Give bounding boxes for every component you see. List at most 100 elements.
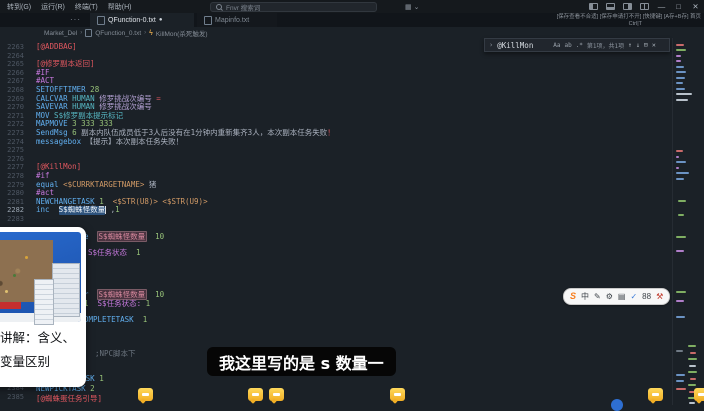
tab-qfunction-0-txt[interactable]: QFunction-0.txt● [90,13,194,27]
code-token-grn: 1 [95,374,104,383]
code-editor[interactable]: 2263[@ADDBAG]22642265[@修罗副本返回]2266#IF226… [0,43,672,223]
breadcrumb-symbol[interactable]: KillMon(杀死触发) [156,28,208,38]
keyboard-icon[interactable]: ▤ [618,290,626,303]
code-line[interactable]: 2277[@KillMon] [0,163,672,172]
minimize-button[interactable]: — [653,2,670,11]
minimap-mark [676,44,684,46]
code-token-cmd: messagebox [36,138,81,147]
code-fragment[interactable]: 1 S$任务状态: 1 [84,299,150,308]
regex-icon[interactable]: .* [576,42,583,49]
skin-icon[interactable]: 88 [642,290,651,303]
code-line[interactable]: 2283 [0,215,672,224]
layout-grid-button[interactable]: ▦ ⌄ [405,1,420,12]
match-case-icon[interactable]: Aa [553,42,560,49]
line-number: 2272 [0,120,24,129]
minimap-mark [678,200,686,202]
minimap-mark [676,82,683,84]
video-overlay-card[interactable]: 讲解：含义、 变量区别 [0,227,86,387]
code-line[interactable]: 2274messagebox 【提示】本次副本任务失败！ [0,138,672,147]
code-line[interactable]: 2385[@蜘蛛蛋任务引导] [0,393,102,404]
find-next-icon[interactable]: ↓ [636,41,640,49]
code-fragment[interactable]: r S$蜘蛛怪数量 10 [84,290,164,299]
find-previous-icon[interactable]: ↑ [628,41,632,49]
minimap-divider [672,38,673,405]
find-input[interactable]: @KillMon [497,41,549,50]
settings-icon[interactable]: ⚙ [606,290,613,303]
tab-mapinfo-txt[interactable]: Mapinfo.txt [197,13,277,27]
line-number: 2385 [0,393,24,404]
code-line[interactable]: 2266#IF [0,69,672,78]
tab-overflow-icon[interactable]: ··· [70,15,81,24]
minimap-mark [676,291,686,293]
toggle-panel-icon[interactable] [606,3,615,10]
code-line[interactable]: 2264 [0,52,672,61]
toggle-sidebar-icon[interactable] [589,3,598,10]
minimap-mark [690,352,696,354]
subtitle-caption: 我这里写的是 s 数量一 [207,347,396,376]
floating-blue-dot[interactable] [611,399,623,411]
code-line[interactable]: 2275 [0,146,672,155]
toolbox-icon[interactable]: ⚒ [656,290,663,303]
code-token-grn: 1 [115,206,120,215]
code-line[interactable]: 2276 [0,155,672,164]
line-number: 2274 [0,138,24,147]
line-number: 2279 [0,181,24,190]
minimap-mark [676,178,684,180]
chat-bubble-emoji-icon[interactable] [390,388,405,401]
code-line[interactable]: 2282inc S$蜘蛛怪数量 ,1 [0,206,672,215]
line-number: 2282 [0,206,24,215]
chat-bubble-emoji-icon[interactable] [138,388,153,401]
chat-bubble-emoji-icon[interactable] [648,388,663,401]
title-bar: 转到(G)运行(R)终端(T)帮助(H) ← → Fnvr 搜索词 ▦ ⌄ — … [0,0,704,13]
toggle-secondary-sidebar-icon[interactable] [623,3,632,10]
tab-label: QFunction-0.txt [108,17,156,24]
find-expand-icon[interactable]: › [489,41,493,49]
code-fragment[interactable]: ;NPC脚本下 [95,349,136,358]
code-fragment[interactable]: e S$蜘蛛怪数量 10 [84,232,164,241]
minimap[interactable] [674,38,704,405]
code-token-grn: 2 [86,384,95,393]
code-token-org: <$CURRKTARGETNAME> [59,181,145,190]
code-token-err: ！ [327,129,335,138]
customize-layout-icon[interactable] [640,3,649,10]
handwriting-icon[interactable]: ✎ [594,290,601,303]
minimap-mark [688,345,696,347]
breadcrumb-file[interactable]: QFunction_0.txt [95,30,141,37]
maximize-button[interactable]: □ [670,2,687,11]
chat-bubble-emoji-icon[interactable] [269,388,284,401]
code-token-grn: 1 [141,299,150,308]
code-fragment[interactable]: S$任务状态 1 [88,248,141,257]
minimap-mark [676,55,681,57]
code-token-cmd: e [84,232,98,241]
whole-word-icon[interactable]: ab [564,42,571,49]
minimap-mark [689,402,695,404]
code-line[interactable]: 2265[@修罗副本返回] [0,60,672,69]
code-token-grn: 1 [134,315,148,324]
menu-item[interactable]: 终端(T) [70,2,103,12]
chinese-mode-icon[interactable]: 中 [581,290,589,303]
find-close-icon[interactable]: ✕ [652,41,656,49]
chat-bubble-emoji-icon[interactable] [694,388,704,401]
minimap-mark [690,378,696,380]
line-number: 2270 [0,103,24,112]
minimap-mark [676,93,692,95]
breadcrumb-root[interactable]: Market_Del [44,30,77,37]
command-center-search[interactable]: Fnvr 搜索词 [210,2,377,12]
code-line[interactable]: 2267#ACT [0,77,672,86]
line-number: 2281 [0,198,24,207]
code-line[interactable]: 2279equal <$CURRKTARGETNAME> 猪 [0,181,672,190]
minimap-mark [676,156,679,158]
close-button[interactable]: ✕ [687,2,704,11]
sogou-logo-icon[interactable]: S [570,290,576,303]
check-icon[interactable]: ✓ [630,290,637,303]
find-in-selection-icon[interactable]: ⊟ [644,41,648,49]
code-token-txt: , [106,206,115,215]
minimap-mark [676,388,686,390]
menu-item[interactable]: 转到(G) [2,2,36,12]
line-number: 2280 [0,189,24,198]
code-fragment[interactable]: OMPLETETASK 1 [84,315,147,324]
minimap-mark [676,77,685,79]
chat-bubble-emoji-icon[interactable] [248,388,263,401]
menu-item[interactable]: 运行(R) [36,2,70,12]
menu-item[interactable]: 帮助(H) [103,2,137,12]
